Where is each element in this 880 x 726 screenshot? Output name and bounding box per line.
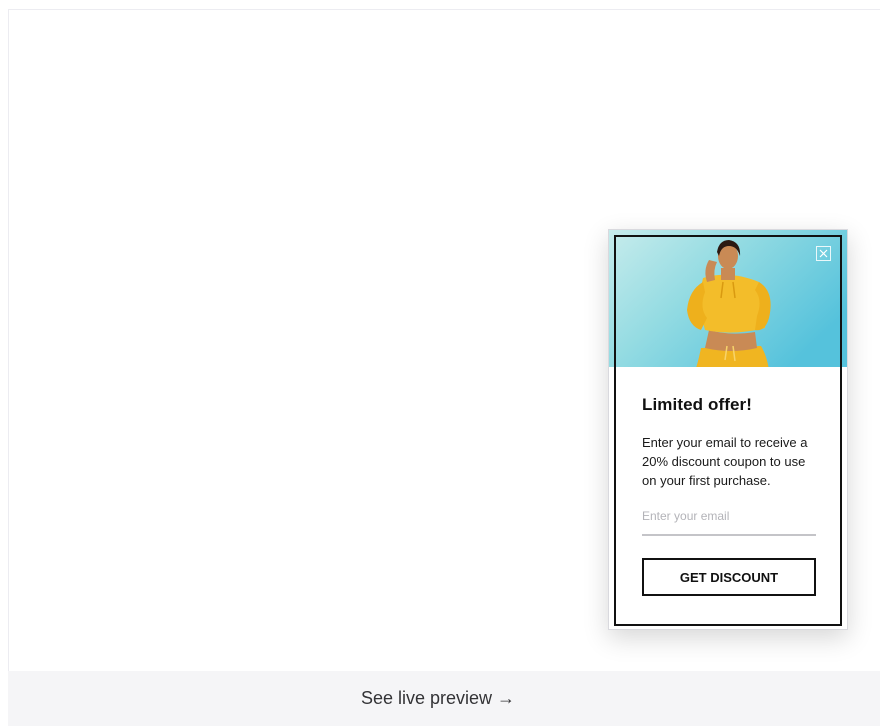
woman-yellow-hoodie-photo [609,230,847,367]
get-discount-button[interactable]: GET DISCOUNT [642,558,816,596]
email-input[interactable] [642,506,816,536]
preview-footer: See live preview → [8,671,880,726]
close-icon [819,249,828,258]
discount-popup: Limited offer! Enter your email to recei… [608,229,848,630]
close-button[interactable] [816,246,831,261]
popup-title: Limited offer! [642,395,753,414]
popup-description: Enter your email to receive a 20% discou… [642,435,808,488]
see-live-preview-link[interactable]: See live preview → [361,688,515,709]
hero-image [609,230,847,367]
